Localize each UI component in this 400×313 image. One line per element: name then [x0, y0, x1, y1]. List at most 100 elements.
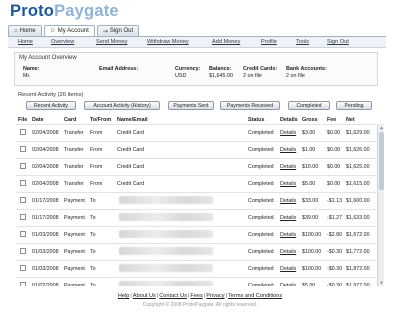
logo: ProtoPaygate — [10, 2, 119, 21]
activity-table: File Date Card To/From Name/Email Status… — [16, 114, 384, 286]
footer-separator: | — [225, 293, 228, 299]
email-label: Email Address: — [99, 66, 139, 72]
row-status: Completed — [248, 215, 274, 221]
row-card: Transfer — [64, 181, 84, 187]
nav-tools[interactable]: Tools — [296, 39, 309, 45]
row-date: 02/04/2008 — [32, 181, 59, 187]
row-details-link[interactable]: Details — [280, 130, 296, 136]
row-status: Completed — [248, 198, 274, 204]
row-details-link[interactable]: Details — [280, 215, 296, 221]
row-status: Completed — [248, 232, 274, 238]
row-fee: -$0.30 — [327, 283, 343, 286]
nav-send-money[interactable]: Send Money — [96, 39, 127, 45]
row-name: Credit Card — [117, 181, 145, 187]
row-details-link[interactable]: Details — [280, 266, 296, 272]
name-value: Mr. — [23, 72, 31, 79]
row-gross: $1.00 — [302, 147, 316, 153]
row-checkbox[interactable] — [20, 248, 26, 254]
nav-profile[interactable]: Profile — [261, 39, 277, 45]
tab-my-account[interactable]: ☺ My Account — [43, 25, 95, 36]
row-details-link[interactable]: Details — [280, 147, 296, 153]
bank-accounts-label: Bank Accounts: — [286, 66, 327, 72]
footer-contact-link[interactable]: Contact Us — [159, 293, 187, 299]
row-to-from: From — [90, 130, 103, 136]
nav-sign-out[interactable]: Sign Out — [327, 39, 349, 45]
row-to-from: To — [90, 215, 96, 221]
row-to-from: To — [90, 249, 96, 255]
row-checkbox[interactable] — [20, 163, 26, 169]
table-row: 02/04/2008 Transfer From Credit Card Complet… — [16, 141, 376, 156]
filter-completed[interactable]: Completed — [288, 101, 330, 110]
col-card: Card — [64, 117, 77, 123]
row-details-link[interactable]: Details — [280, 232, 296, 238]
row-name: Credit Card — [117, 130, 145, 136]
scroll-down-icon[interactable]: ▼ — [379, 280, 384, 285]
nav-home[interactable]: Home — [18, 39, 33, 45]
col-to-from: To/From — [90, 117, 112, 123]
redacted-name — [119, 230, 213, 238]
table-row: 02/04/2008 Transfer From Credit Card Complet… — [16, 124, 376, 139]
table-row: 01/03/2008 Payment To Completed Details $100.… — [16, 226, 376, 241]
table-scrollbar[interactable]: ▲ ▼ — [377, 124, 384, 286]
logo-part-2: Paygate — [54, 2, 119, 20]
row-details-link[interactable]: Details — [280, 249, 296, 255]
row-name: Credit Card — [117, 147, 145, 153]
row-checkbox[interactable] — [20, 231, 26, 237]
tab-home[interactable]: ⌂ Home — [8, 25, 42, 36]
row-card: Payment — [64, 249, 85, 255]
row-gross: $3.00 — [302, 130, 316, 136]
row-gross: $5.00 — [302, 181, 316, 187]
row-status: Completed — [248, 164, 274, 170]
name-label: Name: — [23, 66, 40, 72]
footer-separator: | — [130, 293, 132, 299]
row-name: Credit Card — [117, 164, 145, 170]
currency-value: USD — [175, 72, 187, 79]
row-card: Payment — [64, 266, 85, 272]
row-checkbox[interactable] — [20, 265, 26, 271]
tab-sign-out[interactable]: ⇥ Sign Out — [96, 25, 140, 36]
filter-payments-sent[interactable]: Payments Sent — [168, 101, 214, 110]
col-file: File — [18, 117, 28, 123]
row-details-link[interactable]: Details — [280, 283, 296, 286]
scroll-up-icon[interactable]: ▲ — [379, 125, 384, 130]
home-icon: ⌂ — [14, 28, 18, 34]
nav-add-money[interactable]: Add Money — [212, 39, 240, 45]
footer-links: Help|About Us|Contact Us|Fees|Privacy|Te… — [0, 293, 400, 299]
row-fee: -$1.27 — [327, 215, 343, 221]
row-checkbox[interactable] — [20, 129, 26, 135]
col-fee: Fee — [327, 117, 337, 123]
row-checkbox[interactable] — [20, 214, 26, 220]
footer-fees-link[interactable]: Fees — [190, 293, 202, 299]
tab-sign-out-label: Sign Out — [109, 28, 134, 34]
table-row: 01/17/2008 Payment To Completed Details $39.0… — [16, 209, 376, 224]
row-fee: -$0.30 — [327, 249, 343, 255]
row-gross: $100.00 — [302, 232, 322, 238]
table-row: 02/04/2008 Transfer From Credit Card Complet… — [16, 175, 376, 190]
row-status: Completed — [248, 266, 274, 272]
footer-privacy-link[interactable]: Privacy — [206, 293, 224, 299]
row-to-from: To — [90, 198, 96, 204]
row-net: $1,625.00 — [346, 164, 370, 170]
filter-recent-activity[interactable]: Recent Activity — [26, 101, 76, 110]
row-checkbox[interactable] — [20, 282, 26, 286]
footer-terms-link[interactable]: Terms and Conditions — [228, 293, 282, 299]
balance-value: $1,645.00 — [209, 72, 233, 79]
row-checkbox[interactable] — [20, 180, 26, 186]
row-details-link[interactable]: Details — [280, 164, 296, 170]
footer-about-link[interactable]: About Us — [133, 293, 156, 299]
footer-help-link[interactable]: Help — [118, 293, 130, 299]
scrollbar-thumb[interactable] — [379, 132, 384, 190]
filter-account-history[interactable]: Account Activity (History) — [84, 101, 160, 110]
row-details-link[interactable]: Details — [280, 198, 296, 204]
nav-withdraw-money[interactable]: Withdraw Money — [147, 39, 189, 45]
row-gross: $10.00 — [302, 164, 319, 170]
filter-payments-received[interactable]: Payments Received — [220, 101, 280, 110]
row-checkbox[interactable] — [20, 146, 26, 152]
user-icon: ☺ — [49, 28, 56, 34]
nav-overview[interactable]: Overview — [51, 39, 74, 45]
row-card: Payment — [64, 198, 85, 204]
row-gross: $39.00 — [302, 215, 319, 221]
filter-pending[interactable]: Pending — [336, 101, 372, 110]
row-details-link[interactable]: Details — [280, 181, 296, 187]
row-checkbox[interactable] — [20, 197, 26, 203]
